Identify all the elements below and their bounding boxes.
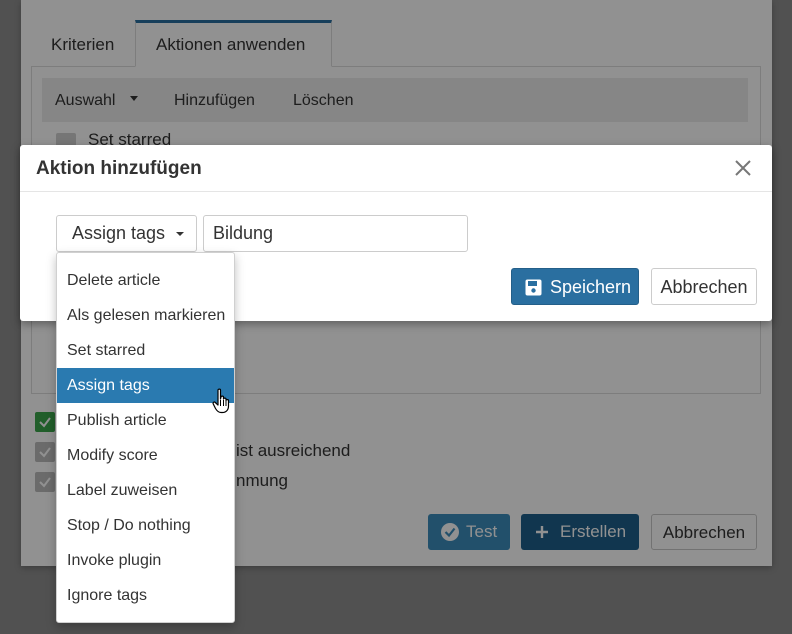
- menu-item-stop[interactable]: Stop / Do nothing: [57, 508, 234, 543]
- menu-item-assign-label[interactable]: Label zuweisen: [57, 473, 234, 508]
- tag-input[interactable]: Bildung: [203, 215, 468, 252]
- caret-down-icon: [176, 232, 184, 236]
- action-type-select-value: Assign tags: [72, 223, 166, 243]
- save-button[interactable]: Speichern: [511, 268, 639, 305]
- menu-item-delete-article[interactable]: Delete article: [57, 263, 234, 298]
- menu-item-modify-score[interactable]: Modify score: [57, 438, 234, 473]
- save-button-label: Speichern: [550, 277, 632, 297]
- floppy-disk-icon: [525, 279, 542, 296]
- modal-title: Aktion hinzufügen: [36, 158, 202, 179]
- menu-item-ignore-tags[interactable]: Ignore tags: [57, 578, 234, 613]
- menu-item-assign-tags[interactable]: Assign tags: [57, 368, 234, 403]
- modal-header: Aktion hinzufügen: [20, 145, 772, 192]
- menu-item-publish-article[interactable]: Publish article: [57, 403, 234, 438]
- menu-item-set-starred[interactable]: Set starred: [57, 333, 234, 368]
- action-type-dropdown: Delete article Als gelesen markieren Set…: [56, 252, 235, 623]
- cancel-button[interactable]: Abbrechen: [651, 268, 757, 305]
- close-icon[interactable]: [732, 157, 754, 179]
- action-type-select[interactable]: Assign tags: [56, 215, 197, 252]
- menu-item-invoke-plugin[interactable]: Invoke plugin: [57, 543, 234, 578]
- menu-item-mark-read[interactable]: Als gelesen markieren: [57, 298, 234, 333]
- hand-cursor-icon: [212, 388, 230, 414]
